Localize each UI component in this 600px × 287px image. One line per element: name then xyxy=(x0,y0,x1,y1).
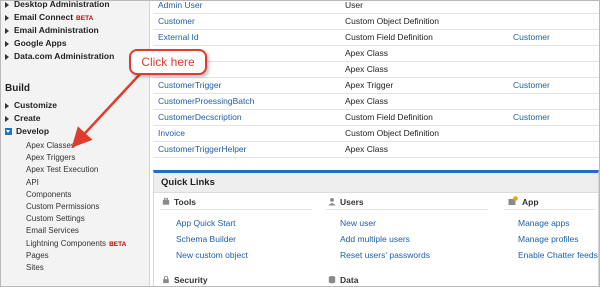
callout-arrow xyxy=(71,72,142,148)
click-here-callout: Click here xyxy=(129,49,207,75)
setup-page: Desktop Administration Email Connect BETA E… xyxy=(0,0,600,287)
